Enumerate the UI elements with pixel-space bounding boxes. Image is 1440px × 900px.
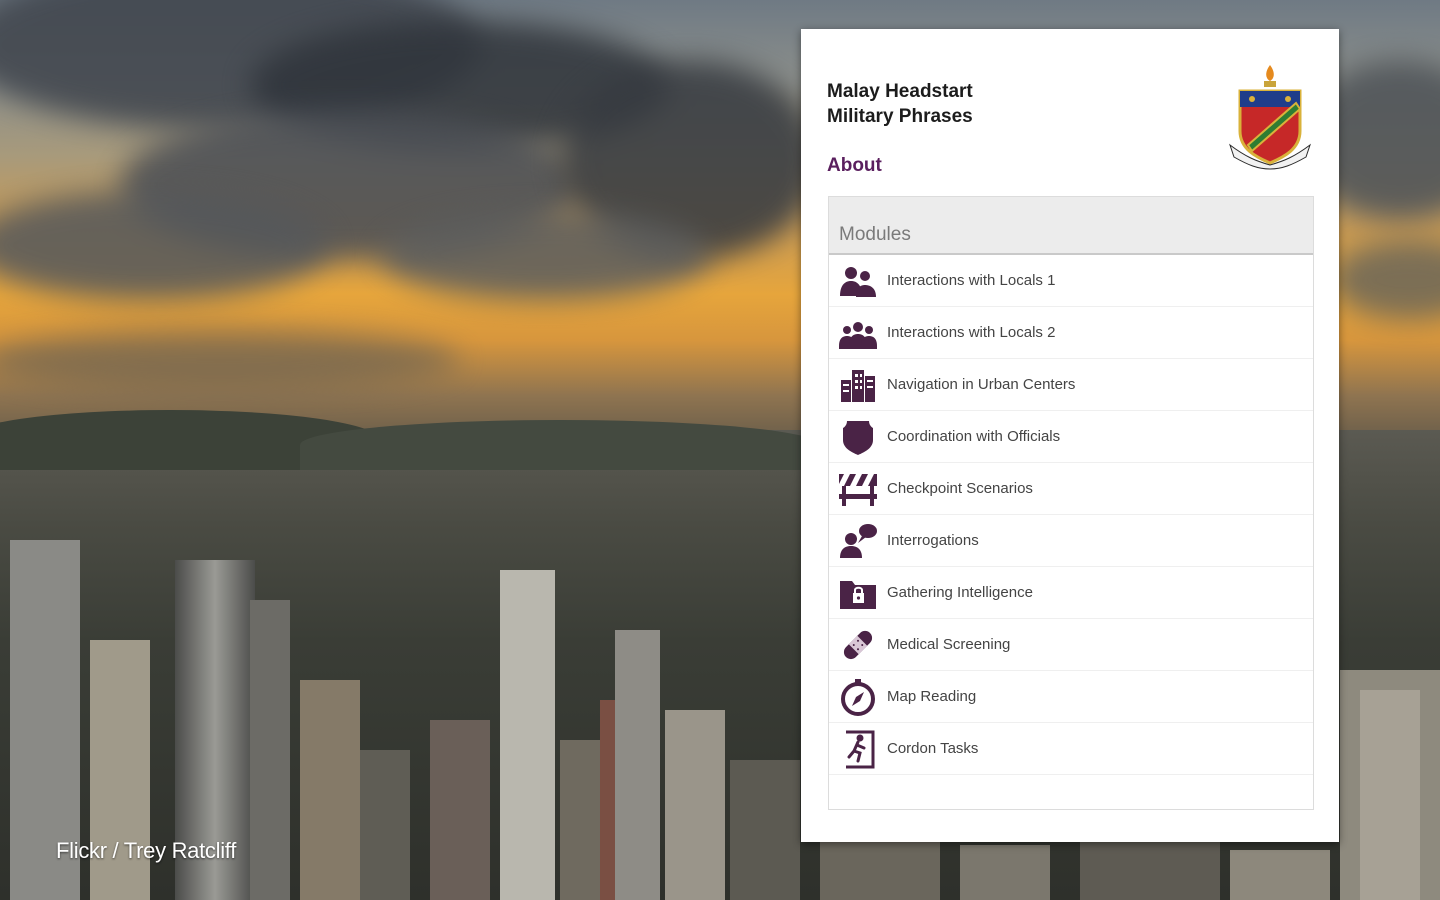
app-title-line1: Malay Headstart xyxy=(827,81,973,102)
about-link[interactable]: About xyxy=(827,155,882,177)
module-label: Interactions with Locals 1 xyxy=(887,272,1056,289)
modules-header: Modules xyxy=(829,197,1313,255)
app-title-line2: Military Phrases xyxy=(827,106,973,127)
modules-header-label: Modules xyxy=(839,224,911,245)
module-item-interactions-locals-1[interactable]: Interactions with Locals 1 xyxy=(829,255,1313,307)
buildings-icon xyxy=(837,365,879,405)
module-item-navigation-urban[interactable]: Navigation in Urban Centers xyxy=(829,359,1313,411)
module-label: Checkpoint Scenarios xyxy=(887,480,1033,497)
module-item-coordination-officials[interactable]: Coordination with Officials xyxy=(829,411,1313,463)
folder-lock-icon xyxy=(837,573,879,613)
bandage-icon xyxy=(837,625,879,665)
speech-person-icon xyxy=(837,521,879,561)
main-card: Malay Headstart Military Phrases About M… xyxy=(801,29,1339,842)
module-label: Interactions with Locals 2 xyxy=(887,324,1056,341)
module-label: Navigation in Urban Centers xyxy=(887,376,1076,393)
two-people-icon xyxy=(837,261,879,301)
photo-credit: Flickr / Trey Ratcliff xyxy=(56,838,237,863)
crest-logo xyxy=(1229,65,1311,170)
group-people-icon xyxy=(837,313,879,353)
modules-list: Modules Interactions with Locals 1 Inter… xyxy=(828,196,1314,810)
module-item-interactions-locals-2[interactable]: Interactions with Locals 2 xyxy=(829,307,1313,359)
module-label: Map Reading xyxy=(887,688,977,705)
module-item-checkpoint[interactable]: Checkpoint Scenarios xyxy=(829,463,1313,515)
barrier-icon xyxy=(837,469,879,509)
module-label: Coordination with Officials xyxy=(887,428,1061,445)
module-label: Medical Screening xyxy=(887,636,1011,653)
app-title: Malay Headstart Military Phrases xyxy=(827,79,1127,129)
badge-shield-icon xyxy=(837,417,879,457)
compass-icon xyxy=(837,677,879,717)
module-label: Gathering Intelligence xyxy=(887,584,1033,601)
module-item-cordon-tasks[interactable]: Cordon Tasks xyxy=(829,723,1313,775)
module-item-gathering-intelligence[interactable]: Gathering Intelligence xyxy=(829,567,1313,619)
module-label: Interrogations xyxy=(887,532,979,549)
module-item-map-reading[interactable]: Map Reading xyxy=(829,671,1313,723)
module-item-interrogations[interactable]: Interrogations xyxy=(829,515,1313,567)
module-item-medical-screening[interactable]: Medical Screening xyxy=(829,619,1313,671)
exit-runner-icon xyxy=(837,729,879,769)
module-label: Cordon Tasks xyxy=(887,740,979,757)
